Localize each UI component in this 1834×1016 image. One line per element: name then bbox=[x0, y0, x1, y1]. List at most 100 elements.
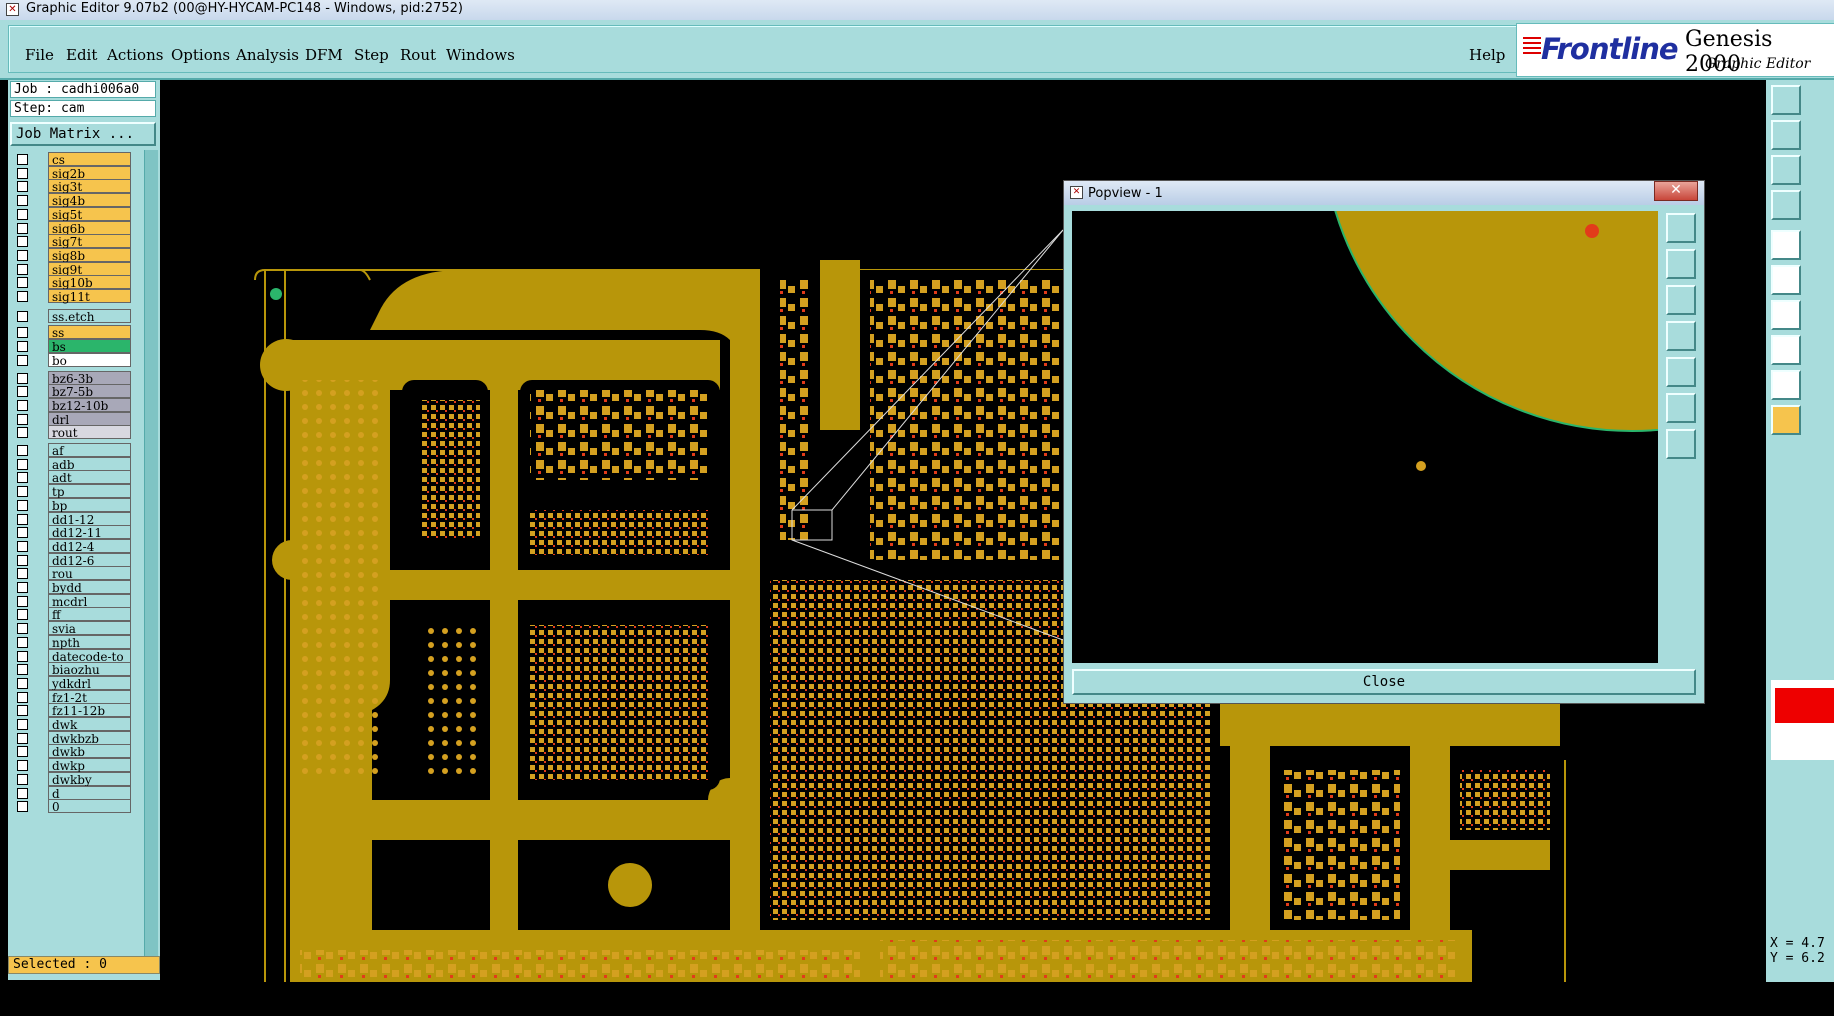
layer-checkbox[interactable] bbox=[17, 568, 28, 580]
menu-dfm[interactable]: DFM bbox=[305, 46, 343, 64]
overview-minimap[interactable] bbox=[1771, 680, 1834, 760]
select-circle-icon[interactable] bbox=[1771, 230, 1801, 260]
layer-name[interactable]: d bbox=[48, 785, 131, 801]
layer-checkbox[interactable] bbox=[17, 236, 28, 248]
layer-checkbox[interactable] bbox=[17, 554, 28, 566]
layer-checkbox[interactable] bbox=[17, 427, 28, 439]
layer-checkbox[interactable] bbox=[17, 208, 28, 220]
layer-name[interactable]: svia bbox=[48, 621, 131, 636]
layer-name[interactable]: adb bbox=[48, 456, 131, 472]
layer-name[interactable]: bz12-10b bbox=[48, 397, 131, 413]
job-matrix-button[interactable]: Job Matrix ... bbox=[10, 122, 156, 146]
layer-name[interactable]: dd12-4 bbox=[48, 538, 131, 554]
layer-name[interactable]: sig11t bbox=[48, 289, 131, 304]
layer-name[interactable]: sig3t bbox=[48, 179, 131, 194]
layer-checkbox[interactable] bbox=[17, 609, 28, 621]
net-icon[interactable] bbox=[1771, 265, 1801, 295]
layer-name[interactable]: datecode-to bbox=[48, 648, 131, 664]
popview-zoom-icon[interactable] bbox=[1666, 213, 1696, 243]
layer-name[interactable]: bz6-3b bbox=[48, 370, 131, 386]
measure-icon[interactable] bbox=[1771, 190, 1801, 220]
popview-left-icon[interactable] bbox=[1666, 321, 1696, 351]
layer-checkbox[interactable] bbox=[17, 154, 28, 165]
popview-up-icon[interactable] bbox=[1666, 249, 1696, 279]
layer-name[interactable]: bydd bbox=[48, 580, 131, 595]
layer-checkbox[interactable] bbox=[17, 513, 28, 525]
layer-name[interactable]: sig8b bbox=[48, 247, 131, 263]
layer-checkbox[interactable] bbox=[17, 386, 28, 398]
popview-close-button[interactable]: Close bbox=[1072, 669, 1696, 695]
layer-name[interactable]: ydkdrl bbox=[48, 675, 131, 691]
layer-checkbox[interactable] bbox=[17, 719, 28, 730]
layer-checkbox[interactable] bbox=[17, 222, 28, 234]
menu-step[interactable]: Step bbox=[354, 46, 389, 64]
angle-icon[interactable] bbox=[1771, 300, 1801, 330]
layer-checkbox[interactable] bbox=[17, 291, 28, 302]
layer-checkbox[interactable] bbox=[17, 760, 28, 772]
zoom-home-icon[interactable] bbox=[1771, 85, 1801, 115]
layer-checkbox[interactable] bbox=[17, 195, 28, 207]
menu-analysis[interactable]: Analysis bbox=[236, 46, 299, 64]
layer-checkbox[interactable] bbox=[17, 540, 28, 552]
menu-file[interactable]: File bbox=[25, 46, 54, 64]
popview-canvas[interactable] bbox=[1072, 211, 1658, 663]
layer-name[interactable]: sig4b bbox=[48, 193, 131, 208]
layer-checkbox[interactable] bbox=[17, 705, 28, 717]
layer-name[interactable]: sig6b bbox=[48, 220, 131, 236]
popview-center-icon[interactable] bbox=[1666, 429, 1696, 459]
layer-checkbox[interactable] bbox=[17, 413, 28, 425]
layer-row[interactable]: sig11t bbox=[10, 289, 136, 304]
triangle-icon[interactable] bbox=[1771, 370, 1801, 400]
layer-name[interactable]: bp bbox=[48, 497, 131, 513]
layer-checkbox[interactable] bbox=[17, 310, 28, 322]
layer-checkbox[interactable] bbox=[17, 486, 28, 498]
layer-checkbox[interactable] bbox=[17, 595, 28, 607]
layer-checkbox[interactable] bbox=[17, 773, 28, 785]
fit-screen-icon[interactable] bbox=[1771, 155, 1801, 185]
layer-checkbox[interactable] bbox=[17, 527, 28, 539]
layer-checkbox[interactable] bbox=[17, 623, 28, 635]
layer-name[interactable]: mcdrl bbox=[48, 593, 131, 609]
layer-checkbox[interactable] bbox=[17, 746, 28, 758]
layer-checkbox[interactable] bbox=[17, 327, 28, 339]
layer-name[interactable]: af bbox=[48, 443, 131, 458]
layer-name[interactable]: ff bbox=[48, 607, 131, 622]
layer-checkbox[interactable] bbox=[17, 691, 28, 703]
layer-scrollbar[interactable] bbox=[144, 150, 158, 956]
layer-checkbox[interactable] bbox=[17, 354, 28, 366]
layer-name[interactable]: drl bbox=[48, 411, 131, 427]
layer-checkbox[interactable] bbox=[17, 445, 28, 456]
layer-name[interactable]: bz7-5b bbox=[48, 384, 131, 399]
layer-name[interactable]: dd12-6 bbox=[48, 552, 131, 568]
popview-fit-icon[interactable] bbox=[1666, 393, 1696, 423]
layer-name[interactable]: sig10b bbox=[48, 275, 131, 290]
menu-options[interactable]: Options bbox=[171, 46, 230, 64]
popview-right-icon[interactable] bbox=[1666, 357, 1696, 387]
layer-name[interactable]: rou bbox=[48, 566, 131, 581]
menu-windows[interactable]: Windows bbox=[446, 46, 515, 64]
menu-rout[interactable]: Rout bbox=[400, 46, 436, 64]
layer-checkbox[interactable] bbox=[17, 167, 28, 179]
layer-name[interactable]: ss bbox=[48, 325, 131, 340]
layer-name[interactable]: bo bbox=[48, 352, 131, 368]
snap-icon[interactable] bbox=[1771, 335, 1801, 365]
layer-checkbox[interactable] bbox=[17, 664, 28, 676]
layer-name[interactable]: dwkb bbox=[48, 744, 131, 759]
layer-name[interactable]: cs bbox=[48, 152, 131, 167]
layer-name[interactable]: fz1-2t bbox=[48, 689, 131, 705]
layer-checkbox[interactable] bbox=[17, 249, 28, 261]
layer-checkbox[interactable] bbox=[17, 650, 28, 662]
popview-close-icon[interactable]: ✕ bbox=[1654, 181, 1698, 201]
layer-row[interactable]: ss.etch bbox=[10, 308, 136, 324]
layer-name[interactable]: dwk bbox=[48, 717, 131, 732]
layer-name[interactable]: sig7t bbox=[48, 234, 131, 249]
menu-help[interactable]: Help bbox=[1469, 46, 1505, 64]
layer-checkbox[interactable] bbox=[17, 458, 28, 470]
layer-checkbox[interactable] bbox=[17, 499, 28, 511]
layer-checkbox[interactable] bbox=[17, 341, 28, 353]
layer-name[interactable]: sig9t bbox=[48, 261, 131, 277]
layer-checkbox[interactable] bbox=[17, 277, 28, 289]
layer-name[interactable]: npth bbox=[48, 634, 131, 650]
layer-name[interactable]: sig2b bbox=[48, 165, 131, 181]
layer-checkbox[interactable] bbox=[17, 677, 28, 689]
